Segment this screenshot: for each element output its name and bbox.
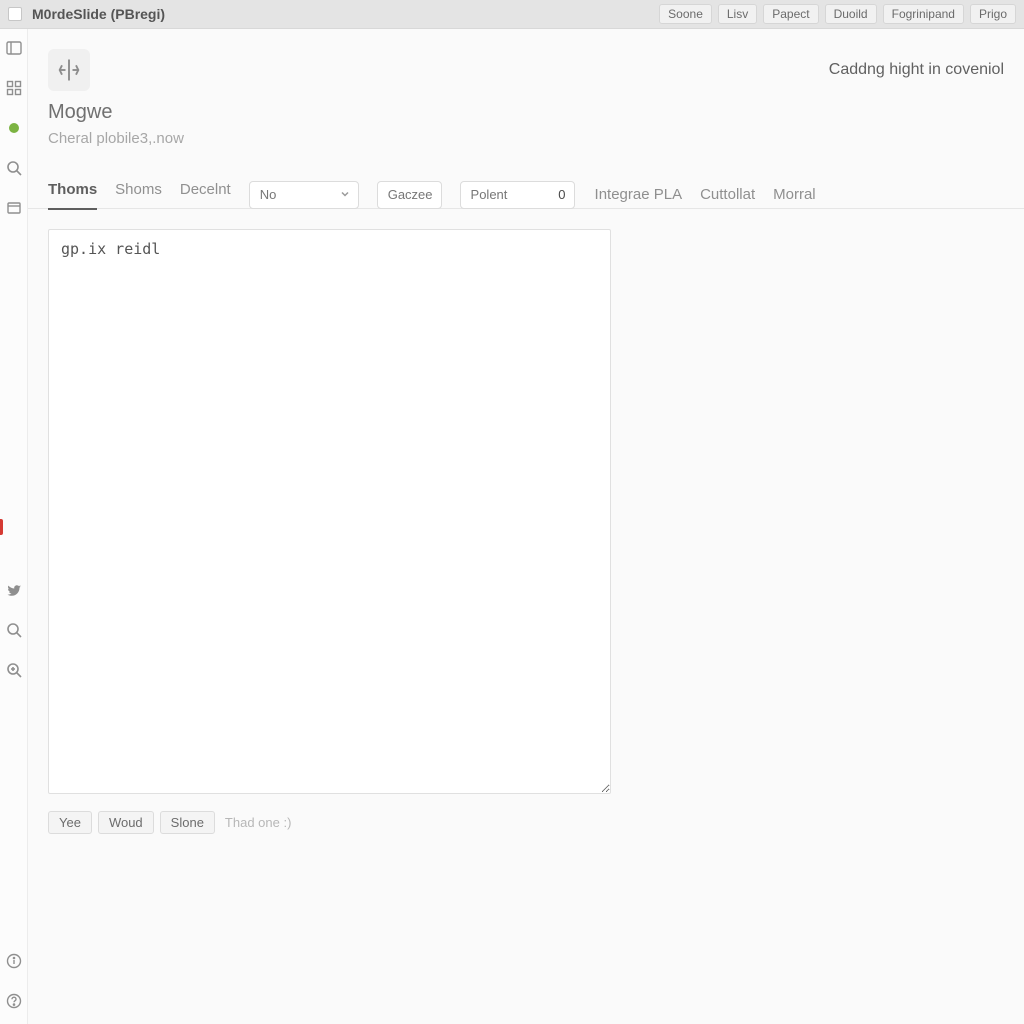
polent-field[interactable]: Polent 0: [460, 181, 575, 209]
select-no-value: No: [260, 187, 277, 202]
link-cuttollat[interactable]: Cuttollat: [700, 186, 755, 203]
tab-toolbar: Thoms Shoms Decelnt No Gaczee Polent 0 I…: [28, 147, 1024, 209]
titlebar-btn-papect[interactable]: Papect: [763, 4, 818, 24]
titlebar: M0rdeSlide (PBregi) Soone Lisv Papect Du…: [0, 0, 1024, 29]
grid-icon[interactable]: [5, 79, 23, 97]
project-logo: [48, 49, 90, 91]
polent-label: Polent: [471, 187, 508, 202]
btn-woud[interactable]: Woud: [98, 811, 154, 834]
box-icon[interactable]: [5, 199, 23, 217]
tab-shoms[interactable]: Shoms: [115, 181, 162, 208]
search-icon[interactable]: [5, 159, 23, 177]
rail-active-indicator: [0, 519, 3, 535]
link-integrae[interactable]: Integrae PLA: [595, 186, 683, 203]
page-title: Mogwe: [48, 101, 1024, 124]
left-rail: [0, 29, 28, 1024]
window-control[interactable]: [8, 7, 22, 21]
titlebar-btn-prigo[interactable]: Prigo: [970, 4, 1016, 24]
btn-yee[interactable]: Yee: [48, 811, 92, 834]
titlebar-btn-fogrinipand[interactable]: Fogrinipand: [883, 4, 964, 24]
dot-icon[interactable]: [5, 119, 23, 137]
select-no[interactable]: No: [249, 181, 359, 209]
app-title: M0rdeSlide (PBregi): [32, 6, 165, 22]
tab-thoms[interactable]: Thoms: [48, 181, 97, 210]
chevron-down-icon: [340, 187, 350, 202]
btn-slone[interactable]: Slone: [160, 811, 215, 834]
titlebar-btn-lisv[interactable]: Lisv: [718, 4, 757, 24]
panel-icon[interactable]: [5, 39, 23, 57]
titlebar-btn-soone[interactable]: Soone: [659, 4, 712, 24]
tab-decelnt[interactable]: Decelnt: [180, 181, 231, 208]
code-editor[interactable]: [48, 229, 611, 794]
gaczee-label: Gaczee: [388, 187, 433, 202]
titlebar-btn-duoild[interactable]: Duoild: [825, 4, 877, 24]
status-text: Caddng hight in coveniol: [829, 61, 1004, 79]
bottom-hint: Thad one :): [225, 815, 292, 830]
link-morral[interactable]: Morral: [773, 186, 816, 203]
bottom-button-row: Yee Woud Slone Thad one :): [28, 799, 1024, 834]
info-icon[interactable]: [5, 952, 23, 970]
zoom-icon[interactable]: [5, 661, 23, 679]
polent-value: 0: [558, 187, 565, 202]
gaczee-button[interactable]: Gaczee: [377, 181, 442, 209]
help-icon[interactable]: [5, 992, 23, 1010]
page-subtitle: Cheral plobile3,.now: [48, 130, 1024, 147]
bird-icon[interactable]: [5, 581, 23, 599]
main-panel: Caddng hight in coveniol Mogwe Cheral pl…: [28, 29, 1024, 1024]
search2-icon[interactable]: [5, 621, 23, 639]
